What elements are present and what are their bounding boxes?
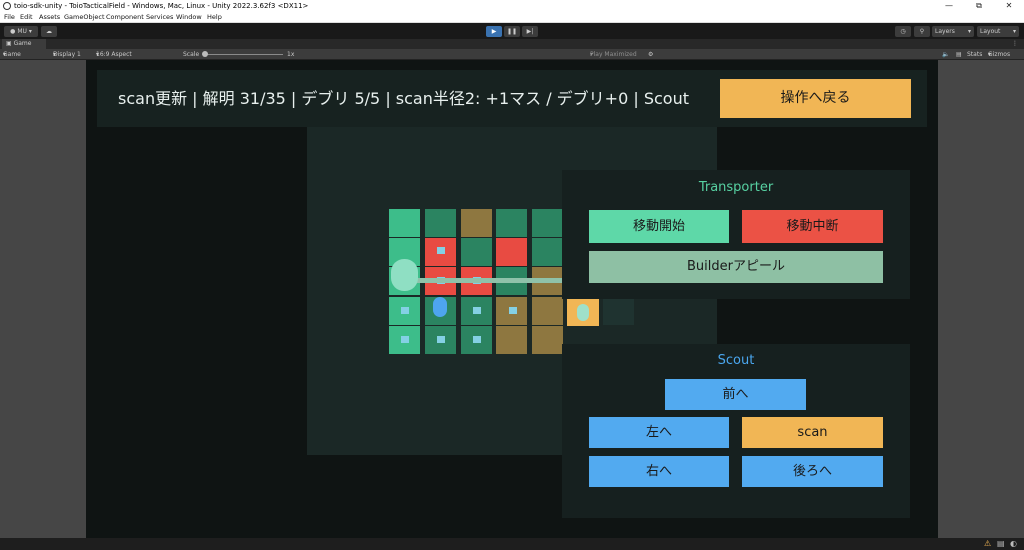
menu-bar: File Edit Assets GameObject Component Se…: [0, 12, 1024, 23]
database-icon[interactable]: ▤: [997, 539, 1005, 548]
unity-logo-icon: [3, 2, 11, 10]
step-button[interactable]: ▶|: [522, 25, 538, 37]
display-dropdown[interactable]: Display 1 ▾: [53, 49, 81, 60]
layers-label: Layers: [935, 27, 955, 35]
account-label: MU: [17, 27, 27, 35]
chevron-down-icon: ▾: [967, 27, 971, 35]
scale-value: 1x: [287, 51, 295, 58]
scan-marker: [509, 307, 517, 314]
display-label: Display 1: [53, 51, 81, 58]
grid-cell: [425, 209, 456, 237]
grid-cell: [496, 238, 527, 266]
maximize-icon[interactable]: ⧉: [964, 0, 994, 12]
scan-marker: [473, 307, 481, 314]
scale-slider-handle[interactable]: [202, 51, 208, 57]
play-mode-label: Play Maximized: [590, 51, 637, 58]
title-bar: toio-sdk-unity - ToioTacticalField - Win…: [0, 0, 1024, 12]
aspect-label: 16:9 Aspect: [96, 51, 132, 58]
menu-assets[interactable]: Assets: [39, 12, 60, 23]
scale-label: Scale: [183, 51, 200, 58]
menu-window[interactable]: Window: [176, 12, 202, 23]
pause-button[interactable]: ❚❚: [504, 25, 520, 37]
scout-scan-button[interactable]: scan: [742, 417, 883, 448]
grid-cell: [532, 238, 563, 266]
play-mode-dropdown[interactable]: Play Maximized ▾: [590, 49, 637, 60]
chevron-down-icon: ▾: [1012, 27, 1016, 35]
grid-cell: [603, 297, 634, 325]
progress-icon[interactable]: ◐: [1010, 539, 1017, 548]
more-options-icon[interactable]: ⋮: [1012, 39, 1018, 49]
menu-help[interactable]: Help: [207, 12, 222, 23]
account-button[interactable]: ● MU ▾: [4, 25, 38, 37]
layout-label: Layout: [980, 27, 1001, 35]
main-toolbar: ● MU ▾ ☁ ▶ ❚❚ ▶| ◷ ⚲ Layers ▾ Layout ▾: [0, 23, 1024, 39]
tab-strip: ▣ Game ⋮: [0, 39, 1024, 49]
grid-cell: [532, 326, 563, 354]
gizmos-label: Gizmos: [988, 51, 1011, 58]
window-title: toio-sdk-unity - ToioTacticalField - Win…: [14, 2, 309, 10]
grid-cell: [461, 209, 492, 237]
settings-icon[interactable]: ⚙: [648, 49, 653, 60]
scan-marker: [401, 307, 409, 314]
layout-dropdown[interactable]: Layout ▾: [977, 25, 1019, 37]
menu-edit[interactable]: Edit: [20, 12, 33, 23]
grid-cell: [496, 326, 527, 354]
builder-appeal-button[interactable]: Builderアピール: [589, 251, 883, 283]
transporter-title: Transporter: [698, 180, 774, 195]
tab-game-label: Game: [13, 40, 32, 47]
warning-icon[interactable]: ⚠: [984, 539, 991, 548]
scout-back-button[interactable]: 後ろへ: [742, 456, 883, 487]
menu-services[interactable]: Services: [146, 12, 173, 23]
grid-cell: [461, 238, 492, 266]
transport-path: [410, 278, 570, 283]
transporter-robot-icon: [391, 259, 418, 291]
game-toolbar: Game ▾ Display 1 ▾ 16:9 Aspect ▾ Scale 1…: [0, 49, 1024, 60]
builder-robot-icon: [577, 304, 589, 321]
stats-button[interactable]: Stats: [967, 49, 982, 60]
scout-title: Scout: [717, 353, 755, 368]
cloud-icon[interactable]: ☁: [41, 25, 57, 37]
menu-component[interactable]: Component: [106, 12, 144, 23]
grid-cell: [532, 209, 563, 237]
close-icon[interactable]: ✕: [994, 0, 1024, 12]
game-mode-label: Game: [3, 51, 21, 58]
grid-cell: [496, 209, 527, 237]
minimize-icon[interactable]: —: [934, 0, 964, 12]
status-bar: ⚠ ▤ ◐: [0, 538, 1024, 550]
grid-cell: [532, 297, 563, 325]
stats-icon: ▤: [956, 51, 962, 58]
scan-marker: [401, 336, 409, 343]
tab-game[interactable]: ▣ Game: [2, 39, 46, 49]
game-tab-icon: ▣: [6, 40, 14, 47]
play-button[interactable]: ▶: [486, 25, 502, 37]
aspect-dropdown[interactable]: 16:9 Aspect ▾: [96, 49, 132, 60]
audio-icon[interactable]: 🔈: [942, 49, 949, 60]
search-icon[interactable]: ⚲: [914, 25, 930, 37]
scale-slider-track[interactable]: [203, 54, 283, 55]
menu-file[interactable]: File: [4, 12, 15, 23]
scan-marker: [437, 247, 445, 254]
grid-cell: [389, 209, 420, 237]
stop-move-button[interactable]: 移動中断: [742, 210, 883, 243]
scout-forward-button[interactable]: 前へ: [665, 379, 806, 410]
gizmos-dropdown[interactable]: Gizmos ▾: [988, 49, 1010, 60]
start-move-button[interactable]: 移動開始: [589, 210, 729, 243]
menu-gameobject[interactable]: GameObject: [64, 12, 105, 23]
scan-marker: [437, 336, 445, 343]
hud-status-text: scan更新 | 解明 31/35 | デブリ 5/5 | scan半径2: +…: [118, 89, 689, 108]
scout-robot-icon: [433, 297, 447, 317]
layers-dropdown[interactable]: Layers ▾: [932, 25, 974, 37]
history-icon[interactable]: ◷: [895, 25, 911, 37]
back-to-control-button[interactable]: 操作へ戻る: [720, 79, 911, 118]
game-mode-dropdown[interactable]: Game ▾: [3, 49, 21, 60]
unity-editor-window: toio-sdk-unity - ToioTacticalField - Win…: [0, 0, 1024, 550]
scout-right-button[interactable]: 右へ: [589, 456, 729, 487]
scan-marker: [473, 336, 481, 343]
scout-left-button[interactable]: 左へ: [589, 417, 729, 448]
